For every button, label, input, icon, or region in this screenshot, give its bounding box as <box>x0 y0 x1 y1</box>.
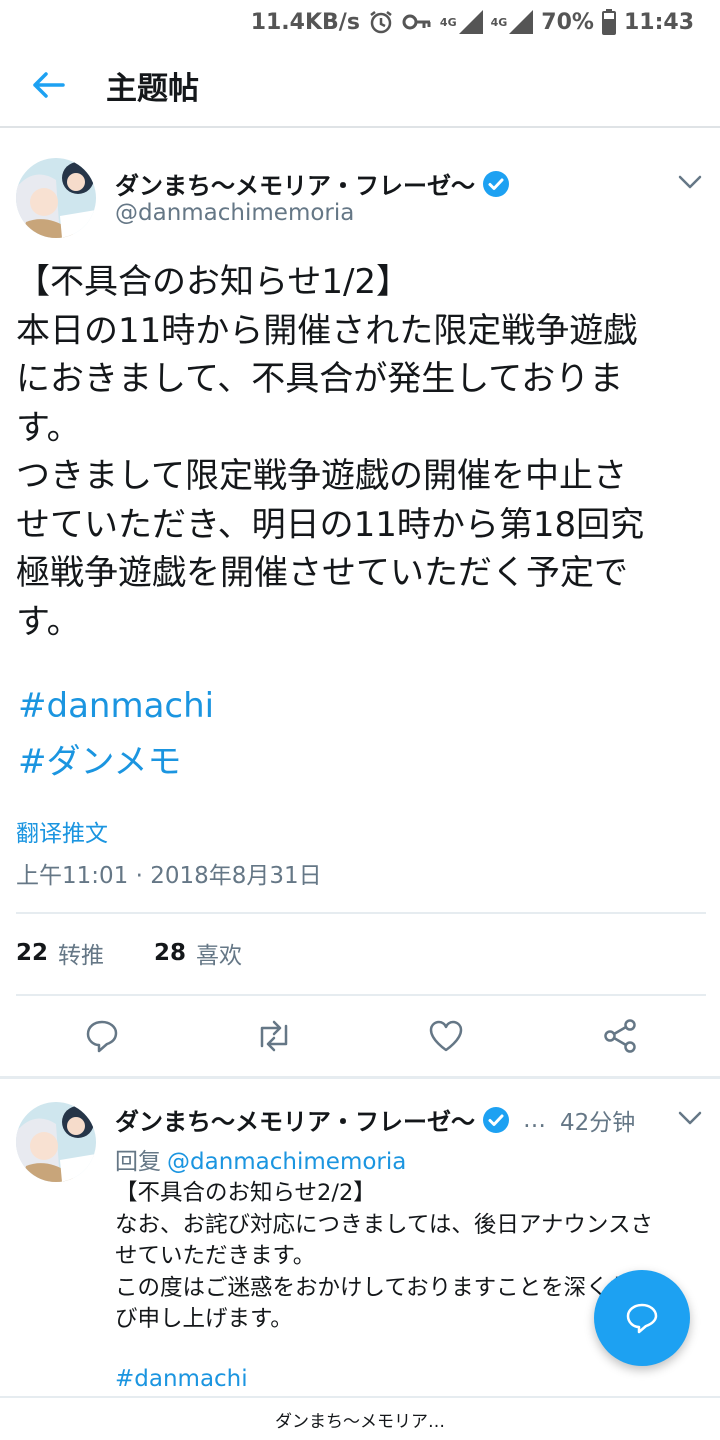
reply-icon[interactable] <box>78 1012 126 1060</box>
signal-icon-1: 4G <box>440 10 483 34</box>
reply-handle-link[interactable]: @danmachimemoria <box>167 1149 406 1175</box>
compose-reply-button[interactable] <box>594 1270 690 1366</box>
retweet-label[interactable]: 转推 <box>58 936 104 970</box>
translate-tweet-link[interactable]: 翻译推文 <box>16 814 108 848</box>
divider <box>16 994 706 996</box>
alarm-icon <box>368 9 394 35</box>
display-name[interactable]: ダンまち〜メモリア・フレーゼ〜 <box>115 166 475 201</box>
divider <box>16 912 706 914</box>
hashtag-link[interactable]: #ダンメモ <box>18 734 181 783</box>
hashtag-link[interactable]: #danmachi <box>18 686 214 726</box>
bottom-bar-label: ダンまち〜メモリア… <box>275 1411 445 1432</box>
tweet-actions <box>0 1010 720 1066</box>
tweet-text-line: 極戦争遊戯を開催させていただく予定で <box>16 553 628 593</box>
network-type-2: 4G <box>490 15 508 29</box>
battery-icon <box>601 9 616 35</box>
reply-time: 42分钟 <box>560 1109 636 1136</box>
bottom-reply-bar[interactable]: ダンまち〜メモリア… <box>0 1396 720 1440</box>
chevron-down-icon[interactable] <box>670 162 710 202</box>
retweet-icon[interactable] <box>250 1012 298 1060</box>
tweet-text-line: 本日の11時から開催された限定戦争遊戯 <box>16 310 638 351</box>
reply-text-line: せていただきます。 <box>115 1243 316 1269</box>
like-label[interactable]: 喜欢 <box>196 936 242 970</box>
page-title: 主题帖 <box>106 70 199 107</box>
network-type-1: 4G <box>439 15 457 29</box>
battery-percent: 70% <box>541 9 594 35</box>
author-handle[interactable]: @danmachimemoria <box>115 200 354 226</box>
reply-ellipsis: … <box>523 1106 546 1133</box>
tweet-text: 【不具合のお知らせ1/2】 本日の11時から開催された限定戦争遊戯 におきまして… <box>16 258 706 646</box>
reply-label: 回复 <box>115 1149 161 1175</box>
avatar[interactable] <box>16 158 96 238</box>
verified-badge-icon <box>481 169 511 199</box>
tweet-text-line: せていただき、明日の11時から第18回究 <box>16 504 645 545</box>
verified-badge-icon <box>481 1105 511 1135</box>
reply-header[interactable]: ダンまち〜メモリア・フレーゼ〜 … 42分钟 <box>115 1102 635 1137</box>
reply-bubble-icon <box>626 1303 658 1334</box>
section-divider <box>0 1076 720 1079</box>
hashtag-link[interactable]: #danmachi <box>115 1366 248 1392</box>
status-bar: 11.4KB/s 4G 4G 70% 11:43 <box>0 0 720 44</box>
tweet-stats: 22 转推 28 喜欢 <box>16 936 292 970</box>
key-icon <box>402 11 432 33</box>
tweet-timestamp: 上午11:01 · 2018年8月31日 <box>16 863 322 889</box>
tweet-text-line: におきまして、不具合が発生しておりま <box>16 359 624 399</box>
net-speed: 11.4KB/s <box>250 9 360 35</box>
tweet-text-line: つきまして限定戦争遊戯の開催を中止さ <box>16 456 627 496</box>
reply-display-name[interactable]: ダンまち〜メモリア・フレーゼ〜 <box>115 1102 475 1137</box>
chevron-down-icon[interactable] <box>670 1098 710 1138</box>
like-icon[interactable] <box>422 1012 470 1060</box>
clock-time: 11:43 <box>623 9 694 35</box>
reply-avatar[interactable] <box>16 1102 96 1182</box>
app-bar: 主题帖 <box>0 44 720 128</box>
tweet-text-line: 【不具合のお知らせ1/2】 <box>16 262 411 302</box>
replying-to: 回复 @danmachimemoria <box>115 1142 406 1176</box>
reply-text-line: なお、お詫び対応につきましては、後日アナウンスさ <box>115 1211 653 1238</box>
author-name-row[interactable]: ダンまち〜メモリア・フレーゼ〜 <box>115 166 511 201</box>
reply-text-line: 【不具合のお知らせ2/2】 <box>115 1180 376 1206</box>
retweet-count[interactable]: 22 <box>16 940 48 966</box>
tweet-text-line: す。 <box>16 601 81 642</box>
arrow-left-icon[interactable] <box>0 43 96 127</box>
like-count[interactable]: 28 <box>154 940 186 966</box>
tweet-text-line: す。 <box>16 407 81 448</box>
signal-icon-2: 4G <box>491 10 534 34</box>
share-icon[interactable] <box>596 1012 644 1060</box>
